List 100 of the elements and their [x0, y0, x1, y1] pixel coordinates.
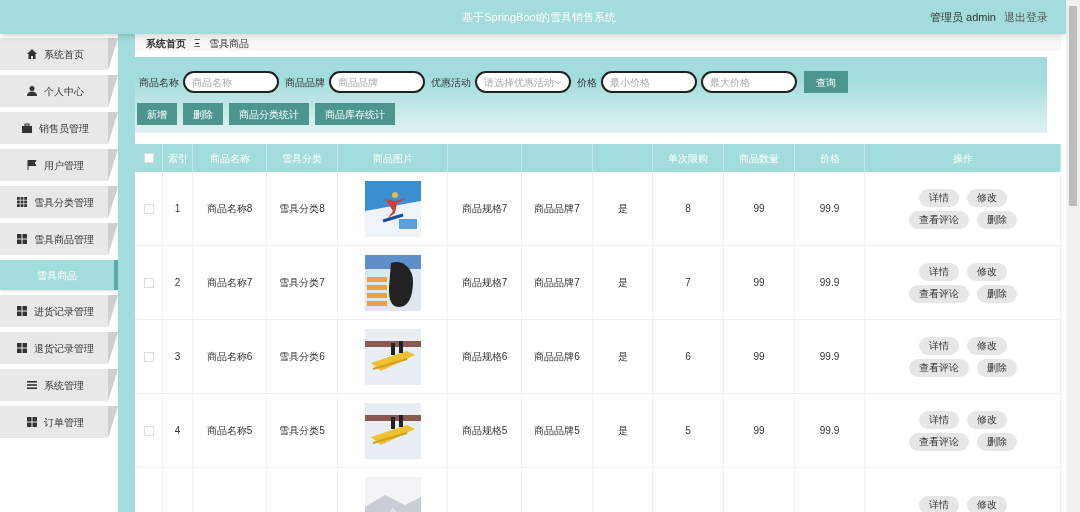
delete-button[interactable]: 删除: [976, 432, 1017, 451]
corner-fold: [108, 38, 118, 70]
corner-fold: [108, 295, 118, 327]
scrollbar[interactable]: [1069, 6, 1077, 206]
sidebar-item[interactable]: 雪具分类管理: [0, 186, 118, 218]
grid-icon: [16, 342, 28, 354]
logout-link[interactable]: 退出登录: [1004, 8, 1048, 26]
sidebar-item[interactable]: 订单管理: [0, 406, 118, 438]
grid-icon: [26, 416, 38, 428]
table-cell-text: 1: [174, 202, 181, 216]
table-cell-text: 商品规格5: [461, 424, 508, 438]
column-header: 操作: [952, 151, 973, 166]
edit-button[interactable]: 修改: [966, 336, 1007, 355]
app-title: 基于SpringBoot的雪具销售系统: [461, 9, 617, 25]
column-header: 商品图片: [372, 151, 413, 166]
sidebar-item[interactable]: 个人中心: [0, 75, 118, 107]
table-cell-text: 是: [617, 424, 628, 438]
flag-icon: [26, 159, 38, 171]
corner-fold: [108, 149, 118, 181]
table-cell-text: 商品规格7: [461, 276, 508, 290]
row-checkbox[interactable]: [143, 203, 154, 214]
table-cell-text: 商品品牌7: [534, 276, 580, 290]
reviews-button[interactable]: 查看评论: [908, 432, 969, 451]
grid-icon: [16, 196, 28, 208]
table-cell-text: 8: [685, 202, 691, 216]
table-cell-text: 是: [617, 350, 628, 364]
table-cell-text: 99: [753, 202, 765, 216]
table-cell-text: 商品名称6: [206, 350, 253, 364]
sidebar-item[interactable]: 退货记录管理: [0, 332, 118, 364]
edit-button[interactable]: 修改: [966, 262, 1007, 281]
edit-button[interactable]: 修改: [966, 495, 1007, 512]
row-checkbox[interactable]: [143, 351, 154, 362]
corner-fold: [108, 186, 118, 218]
details-button[interactable]: 详情: [918, 262, 959, 281]
delete-button[interactable]: 删除: [976, 358, 1017, 377]
column-header: 雪具分类: [282, 151, 322, 166]
home-icon: [26, 48, 38, 60]
details-button[interactable]: 详情: [918, 410, 959, 429]
table-cell-text: 99.9: [819, 276, 840, 290]
details-button[interactable]: 详情: [918, 336, 959, 355]
chevron-icon: [554, 78, 562, 86]
sidebar-item[interactable]: 系统首页: [0, 38, 118, 70]
table-cell-text: 商品品牌6: [534, 350, 580, 364]
corner-fold: [108, 369, 118, 401]
sidebar-item[interactable]: 系统管理: [0, 369, 118, 401]
breadcrumb-link[interactable]: 系统首页: [146, 36, 186, 51]
table-cell-text: 雪具分类8: [279, 202, 325, 216]
column-header: 价格: [819, 151, 840, 166]
corner-fold: [108, 75, 118, 107]
edit-button[interactable]: 修改: [966, 410, 1007, 429]
table-cell-text: 99.9: [819, 424, 840, 438]
sidebar-item[interactable]: 用户管理: [0, 149, 118, 181]
reviews-button[interactable]: 查看评论: [908, 284, 969, 303]
reviews-button[interactable]: 查看评论: [908, 210, 969, 229]
table-cell-text: 4: [174, 424, 181, 438]
field-label: 优惠活动: [431, 75, 471, 90]
table-cell-text: 99: [753, 350, 765, 364]
edit-button[interactable]: 修改: [966, 188, 1007, 207]
table-cell-text: 商品名称5: [206, 424, 253, 438]
table-cell-text: 99.9: [819, 350, 840, 364]
table-cell-text: 5: [685, 424, 691, 438]
reviews-button[interactable]: 查看评论: [908, 358, 969, 377]
delete-button[interactable]: 删除: [976, 210, 1017, 229]
field-label: 商品品牌: [285, 75, 325, 90]
table-cell-text: 商品名称8: [206, 202, 253, 216]
breadcrumb-current: 雪具商品: [208, 37, 249, 51]
breadcrumb-separator: Ξ: [194, 37, 201, 51]
row-checkbox[interactable]: [143, 277, 154, 288]
row-checkbox[interactable]: [143, 425, 154, 436]
table-cell-text: 6: [685, 350, 691, 364]
table-cell-text: 商品品牌5: [534, 424, 580, 438]
sidebar-item[interactable]: 销售员管理: [0, 112, 118, 144]
table-cell-text: 99: [753, 276, 765, 290]
list-icon: [26, 379, 38, 391]
briefcase-icon: [21, 122, 33, 134]
field-label: 商品名称: [139, 75, 179, 90]
table-cell-text: 7: [685, 276, 691, 290]
column-header: 商品数量: [739, 151, 779, 166]
field-label: 价格: [577, 75, 597, 90]
user-label: 管理员 admin: [929, 9, 996, 25]
delete-button[interactable]: 删除: [976, 284, 1017, 303]
corner-fold: [108, 332, 118, 364]
table-cell-text: 雪具分类5: [279, 424, 325, 438]
table-cell-text: 3: [174, 350, 181, 364]
corner-fold: [108, 112, 118, 144]
table-cell-text: 是: [617, 202, 628, 216]
table-cell-text: 雪具分类6: [279, 350, 325, 364]
select-all-checkbox[interactable]: [143, 153, 154, 163]
sidebar-item[interactable]: 雪具商品管理: [0, 223, 118, 255]
details-button[interactable]: 详情: [918, 495, 959, 512]
column-header: 索引: [167, 151, 188, 166]
table-cell-text: 雪具分类7: [279, 276, 325, 290]
sidebar-item[interactable]: 进货记录管理: [0, 295, 118, 327]
details-button[interactable]: 详情: [918, 188, 959, 207]
table-cell-text: 商品规格6: [461, 350, 508, 364]
table-cell-text: 商品名称7: [206, 276, 253, 290]
column-header: 单次限购: [668, 151, 708, 166]
grid-icon: [16, 305, 28, 317]
corner-fold: [108, 223, 118, 255]
table-cell-text: 商品品牌7: [534, 202, 580, 216]
